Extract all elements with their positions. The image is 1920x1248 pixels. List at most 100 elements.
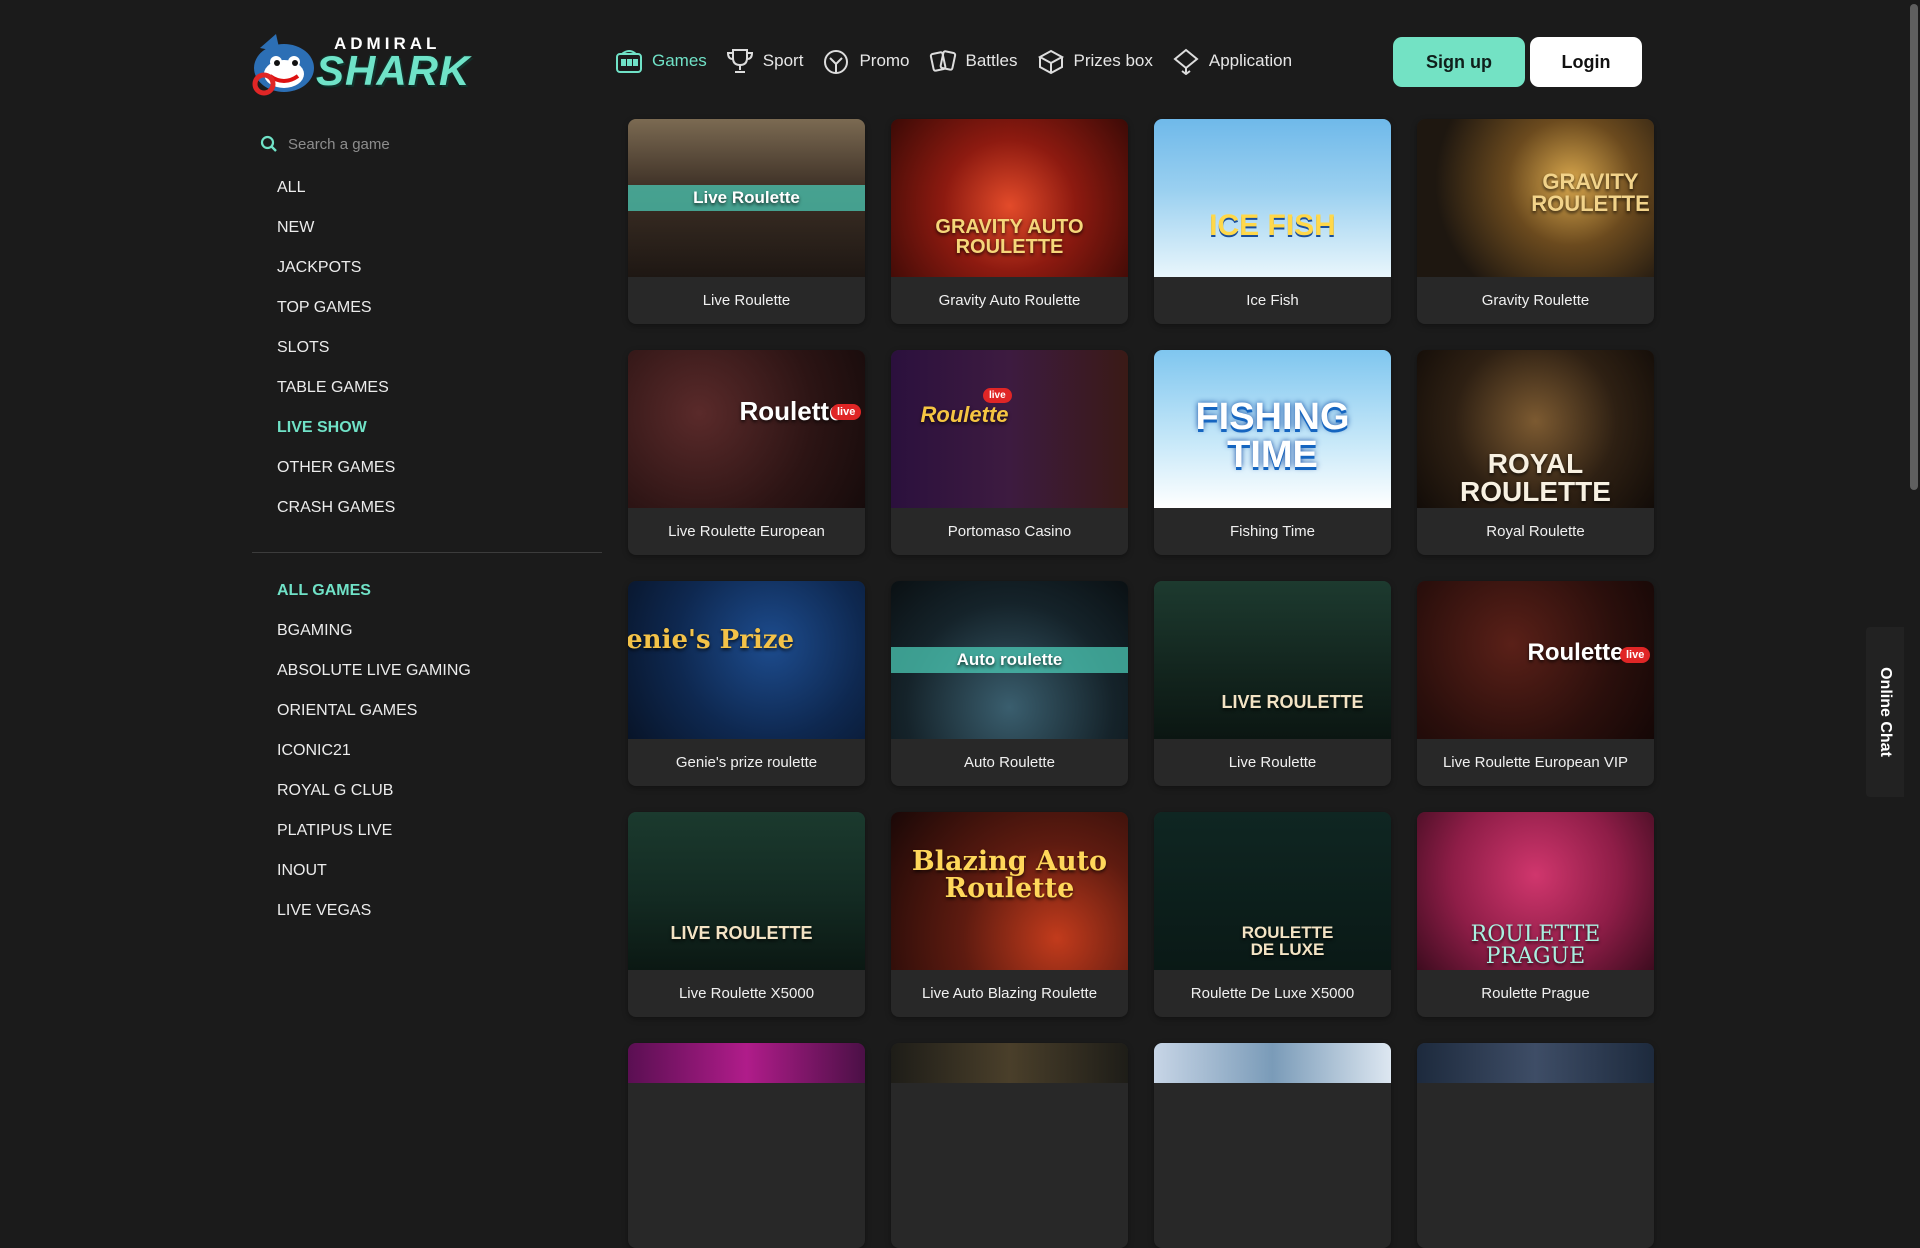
game-card[interactable] (891, 1043, 1128, 1248)
game-card[interactable]: GRAVITY ROULETTE Gravity Roulette (1417, 119, 1654, 324)
nav-promo[interactable]: Promo (819, 44, 910, 78)
sidebar-divider (252, 552, 602, 553)
slot-machine-icon (612, 46, 646, 76)
nav-application[interactable]: Application (1169, 44, 1292, 78)
game-card[interactable]: GRAVITY AUTO ROULETTE Gravity Auto Roule… (891, 119, 1128, 324)
login-button[interactable]: Login (1530, 37, 1642, 87)
game-card[interactable]: Roulette live Live Roulette European (628, 350, 865, 555)
game-card[interactable]: ROULETTE PRAGUE Roulette Prague (1417, 812, 1654, 1017)
nav-sport[interactable]: Sport (723, 44, 804, 78)
game-title: Live Roulette X5000 (678, 985, 815, 1002)
thumb-art-text: FISHING TIME (1195, 396, 1350, 476)
provider-inout[interactable]: INOUT (252, 851, 602, 891)
brand-main-text: SHARK (316, 47, 471, 94)
category-new[interactable]: NEW (252, 208, 602, 248)
game-card[interactable]: LIVE ROULETTE Live Roulette (1154, 581, 1391, 786)
search-input[interactable] (286, 134, 590, 154)
game-card[interactable]: ROYAL ROULETTE Royal Roulette (1417, 350, 1654, 555)
brand-logo[interactable]: ADMIRAL SHARK (250, 30, 469, 96)
category-list: ALL NEW JACKPOTS TOP GAMES SLOTS TABLE G… (252, 168, 602, 528)
game-card[interactable]: Live Roulette Live Roulette (628, 119, 865, 324)
game-card[interactable]: Blazing Auto Roulette Live Auto Blazing … (891, 812, 1128, 1017)
game-card[interactable]: FISHING TIME Fishing Time (1154, 350, 1391, 555)
nav-label: Promo (859, 51, 910, 70)
signup-button[interactable]: Sign up (1393, 37, 1525, 87)
game-card[interactable]: Genie's Prize Genie's prize roulette (628, 581, 865, 786)
game-title: Genie's prize roulette (675, 754, 818, 771)
thumb-art-text: ROULETTE DE LUXE (1241, 923, 1334, 959)
game-card[interactable]: LIVE ROULETTE Live Roulette X5000 (628, 812, 865, 1017)
category-top-games[interactable]: TOP GAMES (252, 288, 602, 328)
scrollbar-thumb[interactable] (1910, 4, 1918, 490)
game-title: Live Roulette European VIP (1442, 754, 1629, 771)
thumb-art-text: Live Roulette (693, 188, 800, 207)
nav-label: Battles (965, 51, 1018, 70)
provider-all-games[interactable]: ALL GAMES (252, 571, 602, 611)
nav-battles[interactable]: Battles (926, 44, 1018, 78)
thumb-art-text: ROYAL ROULETTE (1460, 448, 1611, 507)
game-card[interactable] (1154, 1043, 1391, 1248)
game-card[interactable]: Roulette live Live Roulette European VIP (1417, 581, 1654, 786)
thumb-art-text: Roulette (920, 402, 1009, 427)
game-title: Portomaso Casino (947, 523, 1072, 540)
category-other-games[interactable]: OTHER GAMES (252, 448, 602, 488)
category-table-games[interactable]: TABLE GAMES (252, 368, 602, 408)
game-thumbnail: Blazing Auto Roulette (891, 812, 1128, 970)
trophy-icon (723, 46, 757, 76)
provider-iconic21[interactable]: ICONIC21 (252, 731, 602, 771)
game-thumbnail: ROYAL ROULETTE (1417, 350, 1654, 508)
game-title: Live Roulette (1228, 754, 1317, 771)
game-thumbnail: Auto roulette (891, 581, 1128, 739)
game-thumbnail: GRAVITY ROULETTE (1417, 119, 1654, 277)
gift-icon (819, 46, 853, 76)
game-thumbnail: Roulette live (628, 350, 865, 508)
search-icon (260, 135, 277, 152)
game-title: Live Roulette (702, 292, 791, 309)
nav-games[interactable]: Games (612, 44, 707, 78)
game-thumbnail (891, 1043, 1128, 1083)
live-badge: live (1620, 647, 1651, 663)
game-card[interactable]: Roulette live Portomaso Casino (891, 350, 1128, 555)
game-thumbnail (1154, 1043, 1391, 1083)
provider-live-vegas[interactable]: LIVE VEGAS (252, 891, 602, 931)
battle-cards-icon (926, 46, 960, 76)
provider-absolute-live-gaming[interactable]: ABSOLUTE LIVE GAMING (252, 651, 602, 691)
game-grid: Live Roulette Live Roulette GRAVITY AUTO… (628, 119, 1654, 1248)
live-badge: live (831, 404, 862, 420)
game-card[interactable] (628, 1043, 865, 1248)
game-card[interactable]: ICE FISH Ice Fish (1154, 119, 1391, 324)
game-card[interactable] (1417, 1043, 1654, 1248)
category-live-show[interactable]: LIVE SHOW (252, 408, 602, 448)
nav-label: Prizes box (1073, 51, 1153, 70)
thumb-art-text: LIVE ROULETTE (1221, 692, 1364, 712)
game-title: Roulette Prague (1481, 985, 1590, 1002)
game-title: Auto Roulette (964, 754, 1055, 771)
category-jackpots[interactable]: JACKPOTS (252, 248, 602, 288)
thumb-art-text: Auto roulette (956, 650, 1063, 669)
category-all[interactable]: ALL (252, 168, 602, 208)
thumb-art-text: ICE FISH (1209, 209, 1336, 242)
game-title: Live Auto Blazing Roulette (921, 985, 1098, 1002)
game-thumbnail: GRAVITY AUTO ROULETTE (891, 119, 1128, 277)
category-crash-games[interactable]: CRASH GAMES (252, 488, 602, 528)
game-card[interactable]: Auto roulette Auto Roulette (891, 581, 1128, 786)
game-card[interactable]: ROULETTE DE LUXE Roulette De Luxe X5000 (1154, 812, 1391, 1017)
app-icon (1169, 46, 1203, 76)
game-thumbnail: Roulette live (1417, 581, 1654, 739)
category-slots[interactable]: SLOTS (252, 328, 602, 368)
nav-label: Games (652, 51, 707, 70)
thumb-art-text: Blazing Auto Roulette (911, 846, 1108, 904)
game-thumbnail (628, 1043, 865, 1083)
online-chat-label: Online Chat (1877, 667, 1894, 757)
provider-bgaming[interactable]: BGAMING (252, 611, 602, 651)
header: ADMIRAL SHARK Games Sport Promo Battles … (0, 0, 1920, 110)
provider-oriental-games[interactable]: ORIENTAL GAMES (252, 691, 602, 731)
thumb-art-text: Genie's Prize (628, 625, 795, 655)
game-thumbnail: ROULETTE PRAGUE (1417, 812, 1654, 970)
game-thumbnail: FISHING TIME (1154, 350, 1391, 508)
provider-platipus-live[interactable]: PLATIPUS LIVE (252, 811, 602, 851)
online-chat-tab[interactable]: Online Chat (1866, 627, 1904, 797)
nav-prizes-box[interactable]: Prizes box (1034, 44, 1153, 78)
provider-royal-g-club[interactable]: ROYAL G CLUB (252, 771, 602, 811)
nav-label: Sport (762, 51, 804, 70)
